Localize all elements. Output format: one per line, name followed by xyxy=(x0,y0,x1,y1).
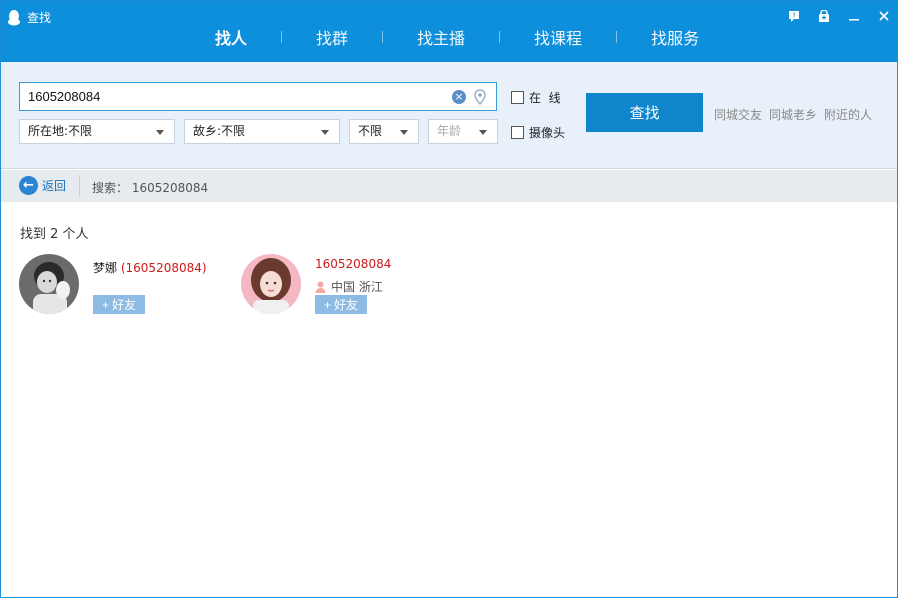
back-label: 返回 xyxy=(42,179,67,193)
search-query-text: 搜索： 1605208084 xyxy=(92,181,209,195)
camera-checkbox[interactable] xyxy=(511,126,524,139)
chevron-down-icon xyxy=(321,130,329,135)
online-checkbox-row[interactable]: 在 线 xyxy=(511,89,561,106)
hometown-select-value: 故乡:不限 xyxy=(193,124,246,138)
search-box: × xyxy=(19,82,497,111)
app-title: 查找 xyxy=(7,9,51,26)
add-friend-button[interactable]: + 好友 xyxy=(315,295,367,314)
tab-find-streamers[interactable]: 找主播 xyxy=(403,25,479,49)
person-name[interactable]: 梦娜 xyxy=(93,261,117,275)
tab-find-people[interactable]: 找人 xyxy=(201,25,261,69)
chevron-down-icon xyxy=(400,130,408,135)
plus-icon: + xyxy=(323,297,331,312)
divider xyxy=(79,175,80,197)
search-panel: × 所在地:不限 故乡:不限 不限 年龄 在 线 摄像 xyxy=(1,62,897,169)
lock-icon[interactable] xyxy=(815,7,833,25)
avatar[interactable] xyxy=(241,254,301,314)
online-checkbox[interactable] xyxy=(511,91,524,104)
link-local-friends[interactable]: 同城交友 xyxy=(714,106,762,123)
chevron-down-icon xyxy=(479,130,487,135)
result-count: 找到 2 个人 xyxy=(20,227,89,242)
location-select-value: 所在地:不限 xyxy=(28,124,93,138)
window-controls xyxy=(785,7,893,25)
close-icon[interactable] xyxy=(875,7,893,25)
window-title: 查找 xyxy=(27,11,52,25)
person-name-line: 梦娜 (1605208084) xyxy=(93,259,207,276)
link-local-hometown[interactable]: 同城老乡 xyxy=(769,106,817,123)
age-select[interactable]: 年龄 xyxy=(428,119,498,144)
location-pin-icon[interactable] xyxy=(474,89,486,105)
add-friend-button[interactable]: + 好友 xyxy=(93,295,145,314)
result-card: 1605208084 中国 浙江 + 好友 xyxy=(241,254,441,318)
search-input[interactable] xyxy=(20,83,440,110)
online-label: 在 线 xyxy=(529,91,561,105)
location-text: 中国 浙江 xyxy=(331,280,383,294)
gender-select[interactable]: 不限 xyxy=(349,119,419,144)
clear-icon[interactable]: × xyxy=(452,90,466,104)
tab-bar: 找人 找群 找主播 找课程 找服务 xyxy=(201,25,713,69)
back-arrow-icon: ← xyxy=(19,176,38,195)
avatar[interactable] xyxy=(19,254,79,314)
feedback-icon[interactable] xyxy=(785,7,803,25)
search-button[interactable]: 查找 xyxy=(586,93,703,132)
age-select-placeholder: 年龄 xyxy=(437,124,462,138)
tab-divider xyxy=(281,31,283,43)
camera-checkbox-row[interactable]: 摄像头 xyxy=(511,124,565,141)
person-name-line: 1605208084 xyxy=(315,257,391,271)
tab-find-courses[interactable]: 找课程 xyxy=(520,25,596,49)
title-bar: 查找 找人 找群 找主播 找课程 找服务 xyxy=(1,1,897,69)
back-button[interactable]: ← 返回 xyxy=(19,176,66,195)
add-friend-label: 好友 xyxy=(334,298,359,312)
person-id[interactable]: 1605208084 xyxy=(315,257,391,271)
hometown-select[interactable]: 故乡:不限 xyxy=(184,119,340,144)
person-icon xyxy=(315,281,326,293)
gender-select-value: 不限 xyxy=(358,124,383,138)
tab-divider xyxy=(382,31,384,43)
location-select[interactable]: 所在地:不限 xyxy=(19,119,175,144)
tab-find-groups[interactable]: 找群 xyxy=(302,25,362,49)
qq-penguin-icon xyxy=(8,9,20,25)
tab-divider xyxy=(499,31,501,43)
camera-label: 摄像头 xyxy=(529,126,566,140)
chevron-down-icon xyxy=(156,130,164,135)
person-location: 中国 浙江 xyxy=(315,278,383,295)
breadcrumb: ← 返回 搜索： 1605208084 xyxy=(1,170,897,202)
plus-icon: + xyxy=(101,297,109,312)
find-window: 查找 找人 找群 找主播 找课程 找服务 1605208084 × 所在地:不限… xyxy=(0,0,898,598)
minimize-icon[interactable] xyxy=(845,7,863,25)
result-card: 梦娜 (1605208084) + 好友 xyxy=(19,254,219,318)
tab-find-services[interactable]: 找服务 xyxy=(637,25,713,49)
link-nearby-people[interactable]: 附近的人 xyxy=(824,106,872,123)
quick-links: 同城交友 同城老乡 附近的人 xyxy=(714,106,872,123)
tab-divider xyxy=(616,31,618,43)
person-id: (1605208084) xyxy=(120,261,207,275)
add-friend-label: 好友 xyxy=(112,298,137,312)
